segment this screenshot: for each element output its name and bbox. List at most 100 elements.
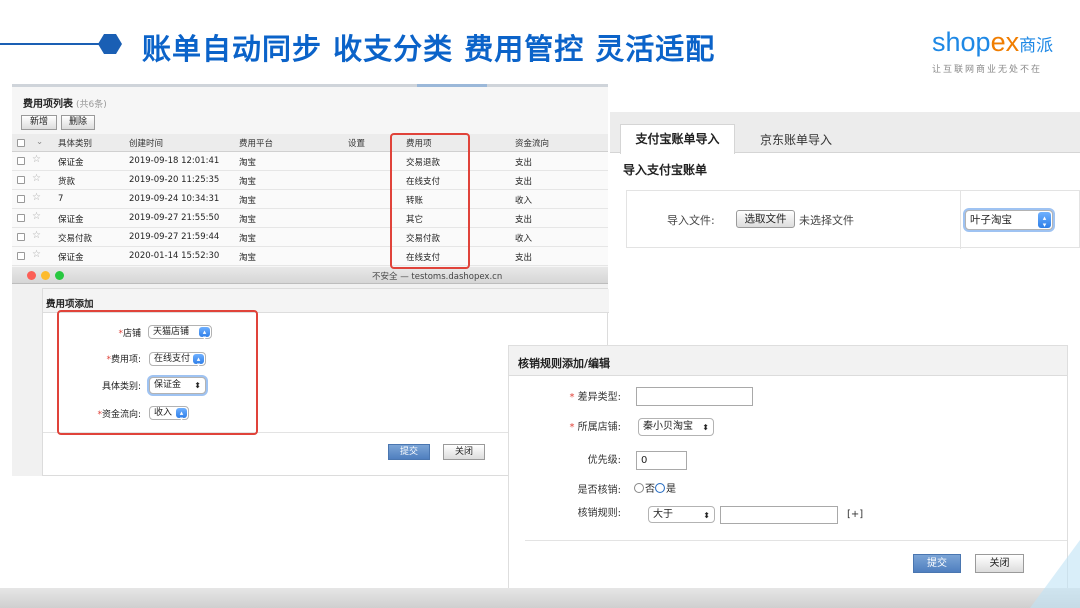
tab-alipay-import[interactable]: 支付宝账单导入 [620,124,735,154]
cell-flow: 收入 [515,196,533,206]
star-icon[interactable]: ☆ [32,154,41,165]
radio-yes[interactable] [655,483,665,493]
cell-platform: 淘宝 [239,215,257,225]
priority-input[interactable]: 0 [636,451,687,470]
zoom-window-icon[interactable] [55,271,64,280]
rule-submit-button[interactable]: 提交 [913,554,961,573]
verify-label: 是否核销: [577,485,621,496]
cell-platform: 淘宝 [239,158,257,168]
page-title: 账单自动同步 收支分类 费用管控 灵活适配 [142,32,716,66]
rule-operator-select[interactable]: 大于 ⬍ [648,506,715,523]
star-icon[interactable]: ☆ [32,192,41,203]
star-icon[interactable]: ☆ [32,230,41,241]
table-row[interactable]: ☆ 货款 2019-09-20 11:25:35 淘宝 在线支付 支出 [12,171,608,190]
rule-label: 核销规则: [577,508,621,519]
close-button[interactable]: 关闭 [443,444,485,460]
star-icon[interactable]: ☆ [32,249,41,260]
cell-flow: 支出 [515,177,533,187]
table-row[interactable]: ☆ 保证金 2019-09-18 12:01:41 淘宝 交易退款 支出 [12,152,608,171]
diff-type-input[interactable] [636,387,753,406]
header-rule [0,43,104,45]
rule-operator-value: 大于 [653,509,673,520]
star-icon[interactable]: ☆ [32,211,41,222]
priority-label: 优先级: [587,455,621,466]
rule-close-button[interactable]: 关闭 [975,554,1024,573]
select-arrow-icon: ⬍ [702,423,709,432]
add-button[interactable]: 新增 [21,115,57,130]
url-text: 不安全 — testoms.dashopex.cn [372,272,503,282]
store-label: * 所属店铺: [569,422,621,433]
no-file-text: 未选择文件 [799,214,854,227]
choose-file-button[interactable]: 选取文件 [736,210,795,228]
fee-list-count: (共6条) [76,100,107,110]
cell-flow: 支出 [515,215,533,225]
col-settings[interactable]: 设置 [348,137,365,149]
table-row[interactable]: ☆ 交易付款 2019-09-27 21:59:44 淘宝 交易付款 收入 [12,228,608,247]
submit-button[interactable]: 提交 [388,444,430,460]
shop-select-value: 叶子淘宝 [970,214,1012,226]
table-header: ⌄ 具体类别 创建时间 费用平台 设置 费用项 资金流向 [12,134,608,152]
delete-button[interactable]: 删除 [61,115,95,130]
fee-item-highlight [390,133,470,269]
rule-value-input[interactable] [720,506,838,524]
fee-table: ⌄ 具体类别 创建时间 费用平台 设置 费用项 资金流向 ☆ 保证金 2019-09… [12,134,608,266]
sort-icon[interactable]: ⌄ [36,137,43,147]
col-category[interactable]: 具体类别 [58,137,92,149]
row-checkbox[interactable] [17,195,25,203]
logo-cn: 商派 [1019,36,1054,56]
cell-created: 2019-09-27 21:59:44 [129,232,220,242]
window-titlebar: 不安全 — testoms.dashopex.cn [12,267,608,284]
tab-jd-import[interactable]: 京东账单导入 [760,131,832,148]
table-row[interactable]: ☆ 保证金 2019-09-27 21:55:50 淘宝 其它 支出 [12,209,608,228]
cell-category: 保证金 [58,158,84,168]
cell-category: 保证金 [58,253,84,263]
fee-list-title-text: 费用项列表 [23,99,73,110]
cell-created: 2019-09-24 10:34:31 [129,194,220,204]
cell-platform: 淘宝 [239,234,257,244]
rule-store-select[interactable]: 秦小贝淘宝 ⬍ [638,418,714,436]
row-checkbox[interactable] [17,157,25,165]
cell-flow: 收入 [515,234,533,244]
cell-category: 货款 [58,177,76,187]
import-tabs: 支付宝账单导入 京东账单导入 [610,112,1080,154]
fee-list-title: 费用项列表 (共6条) [23,95,107,110]
cell-category: 7 [58,194,64,204]
col-platform[interactable]: 费用平台 [239,137,273,149]
form-title: 费用项添加 [46,299,94,310]
diff-type-label: * 差异类型: [569,392,621,403]
rule-screenshot: 核销规则添加/编辑 * 差异类型: * 所属店铺: 秦小贝淘宝 ⬍ 优先级: 0 … [508,345,1068,603]
top-bar [12,84,608,87]
col-created[interactable]: 创建时间 [129,137,163,149]
row-checkbox[interactable] [17,214,25,222]
minimize-window-icon[interactable] [41,271,50,280]
shop-select[interactable]: 叶子淘宝 ▴ ▾ [965,210,1053,230]
add-rule-link[interactable]: [+] [847,509,863,520]
rule-store-select-value: 秦小贝淘宝 [643,421,693,432]
row-checkbox[interactable] [17,233,25,241]
import-file-label: 导入文件: [667,214,715,227]
select-all-checkbox[interactable] [17,139,25,147]
divider [525,540,1067,541]
cell-created: 2020-01-14 15:52:30 [129,251,220,261]
col-flow[interactable]: 资金流向 [515,137,549,149]
row-checkbox[interactable] [17,176,25,184]
hexagon-icon [98,34,122,54]
decoration-pattern [1030,540,1080,608]
panel-separator [960,191,961,249]
close-window-icon[interactable] [27,271,36,280]
verify-radio-group: 否是 [634,480,676,495]
active-segment [417,84,487,87]
radio-no-label: 否 [645,484,655,495]
cell-platform: 淘宝 [239,196,257,206]
cell-platform: 淘宝 [239,253,257,263]
radio-no[interactable] [634,483,644,493]
rule-header: 核销规则添加/编辑 [509,346,1067,376]
star-icon[interactable]: ☆ [32,173,41,184]
cell-flow: 支出 [515,253,533,263]
slide: 账单自动同步 收支分类 费用管控 灵活适配 shopex商派 让互联网商业无处不… [0,0,1080,608]
logo-slogan: 让互联网商业无处不在 [932,65,1043,75]
slide-footer-bar [0,588,1080,608]
table-row[interactable]: ☆ 7 2019-09-24 10:34:31 淘宝 转账 收入 [12,190,608,209]
row-checkbox[interactable] [17,252,25,260]
table-row[interactable]: ☆ 保证金 2020-01-14 15:52:30 淘宝 在线支付 支出 [12,247,608,266]
